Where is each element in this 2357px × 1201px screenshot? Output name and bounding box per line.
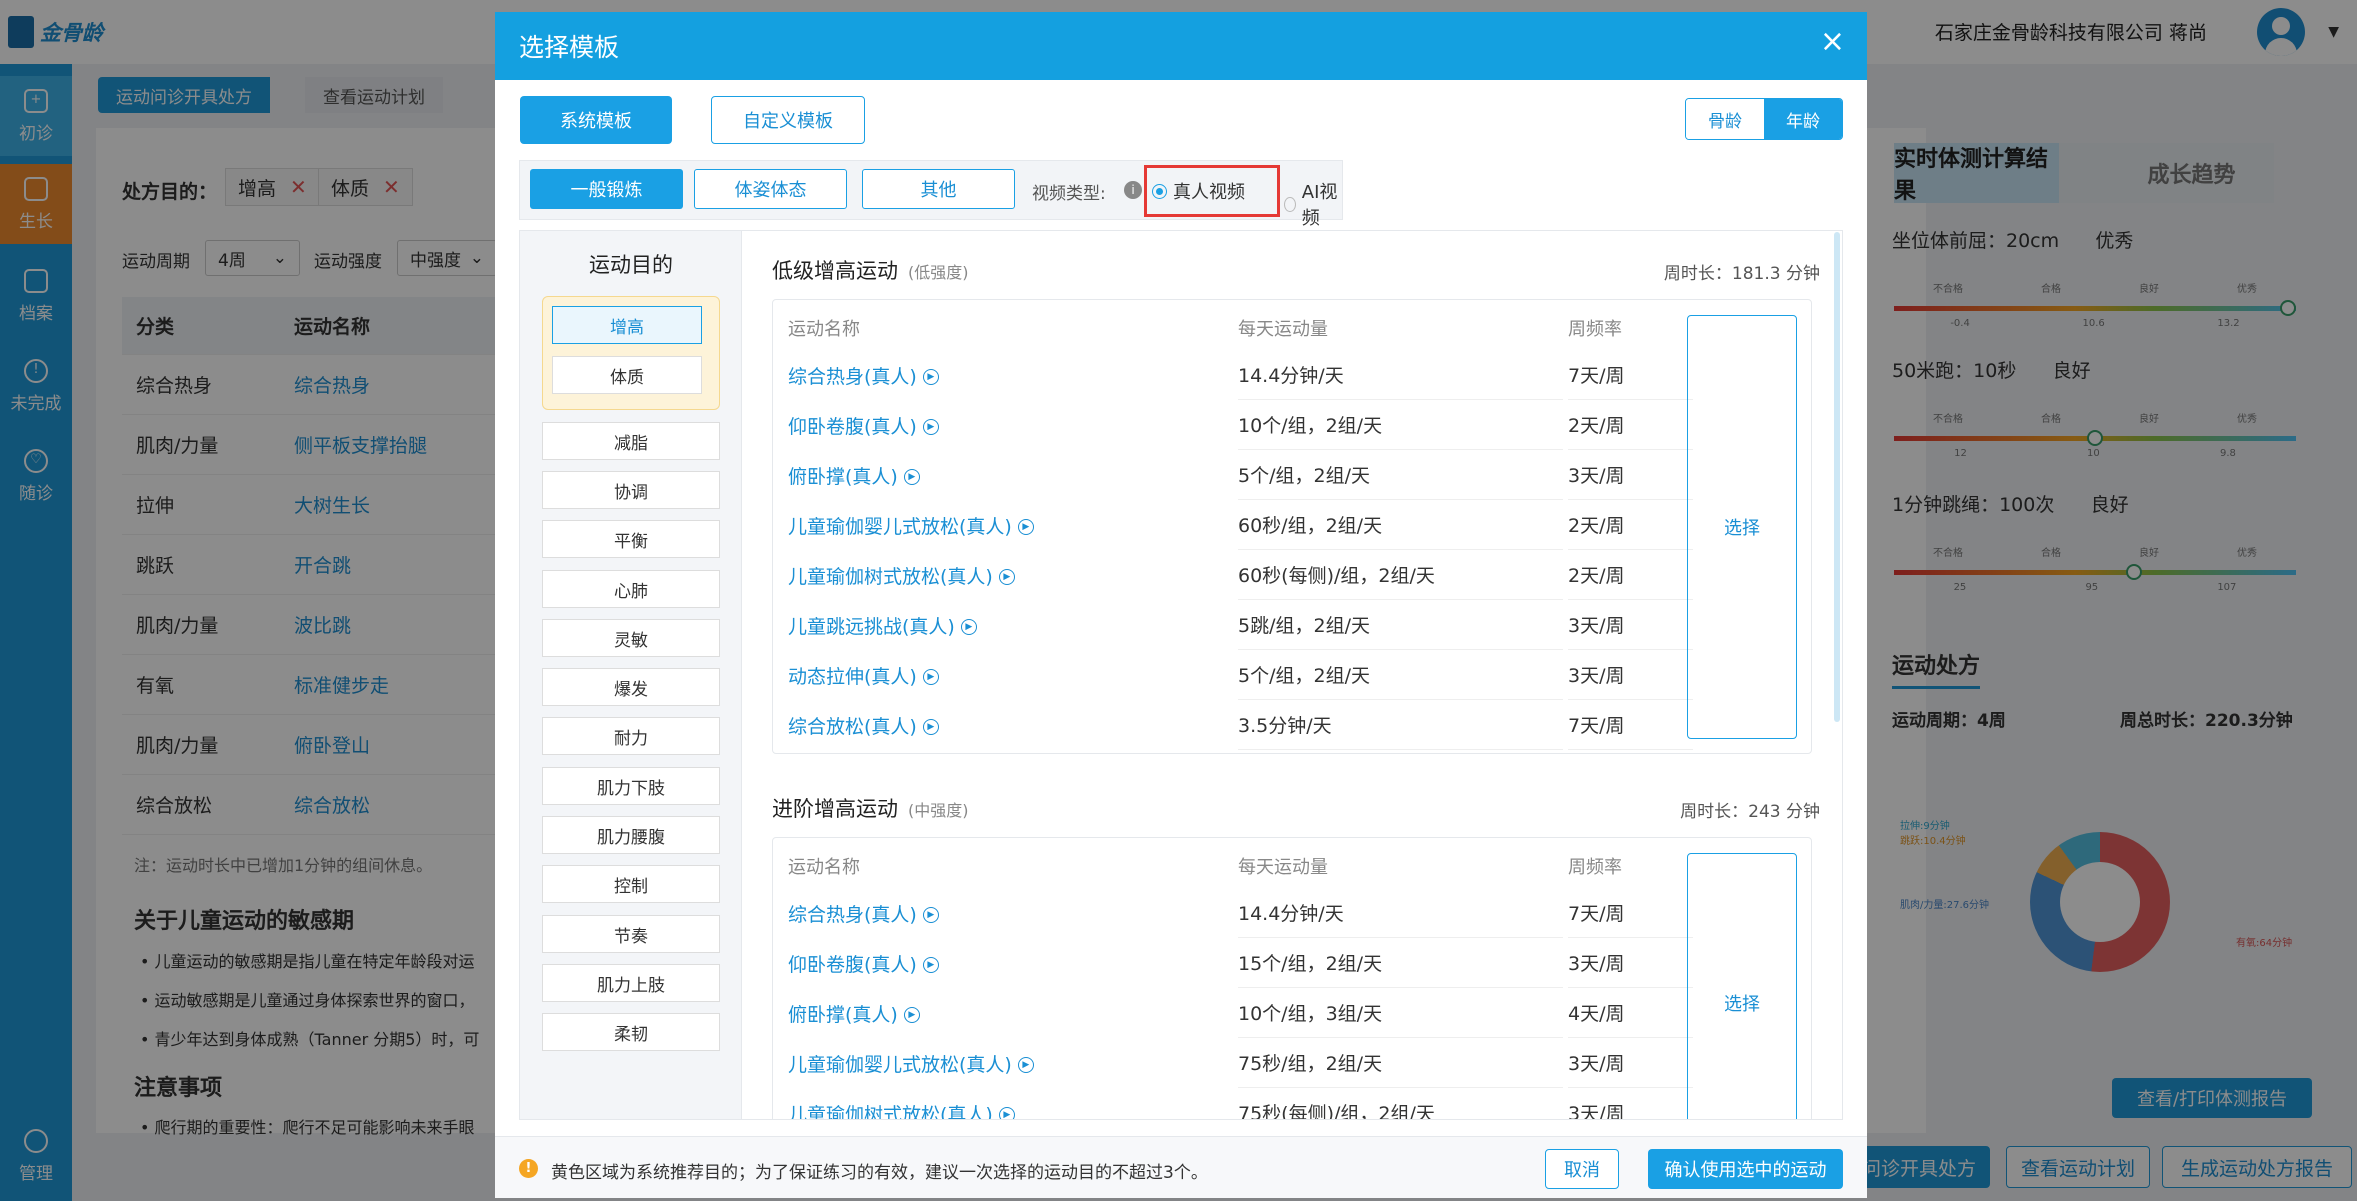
toggle-bone-age[interactable]: 骨龄 (1686, 99, 1764, 139)
col-header-frequency: 周频率 (1568, 857, 1622, 878)
info-icon[interactable]: i (1124, 181, 1142, 199)
goal-item[interactable]: 灵敏 (542, 619, 720, 657)
goal-title: 运动目的 (589, 253, 673, 277)
exercise-row: 儿童瑜伽婴儿式放松(真人) ▶ 75秒/组，2组/天 3天/周 (788, 1038, 1693, 1088)
section-title: 低级增高运动 (低强度) (772, 259, 969, 283)
select-template-button[interactable]: 选择 (1687, 315, 1797, 739)
video-type-label: 视频类型: (1032, 184, 1106, 204)
template-modal: 选择模板 × 系统模板 自定义模板 骨龄 年龄 一般锻炼 体姿体态 其他 视频类… (495, 12, 1867, 1198)
template-card: 运动名称 每天运动量 周频率 综合热身(真人) ▶ 14.4分钟/天 7天/周 仰卧卷… (772, 837, 1812, 1119)
goal-item[interactable]: 控制 (542, 865, 720, 903)
goal-item[interactable]: 节奏 (542, 915, 720, 953)
goal-item[interactable]: 耐力 (542, 717, 720, 755)
exercise-row: 仰卧卷腹(真人) ▶ 15个/组，2组/天 3天/周 (788, 938, 1693, 988)
goal-column: 运动目的 增高 体质 减脂 协调 平衡 心肺 灵敏 爆发 耐力 肌力下肢 肌力腰… (520, 231, 742, 1119)
radio-real-video[interactable]: 真人视频 (1152, 178, 1245, 204)
goal-item[interactable]: 柔韧 (542, 1013, 720, 1051)
play-icon: ▶ (960, 619, 977, 635)
goal-item[interactable]: 平衡 (542, 520, 720, 558)
goal-fitness[interactable]: 体质 (552, 356, 702, 394)
goal-item[interactable]: 心肺 (542, 570, 720, 608)
goal-item[interactable]: 减脂 (542, 422, 720, 460)
col-header-name: 运动名称 (788, 319, 860, 340)
modal-footer: ! 黄色区域为系统推荐目的；为了保证练习的有效，建议一次选择的运动目的不超过3个… (495, 1136, 1867, 1198)
age-type-toggle: 骨龄 年龄 (1685, 98, 1843, 140)
play-icon: ▶ (922, 957, 939, 973)
radio-unchecked-icon (1284, 196, 1296, 212)
confirm-button[interactable]: 确认使用选中的运动 (1648, 1149, 1843, 1189)
footer-note: 黄色区域为系统推荐目的；为了保证练习的有效，建议一次选择的运动目的不超过3个。 (551, 1163, 1208, 1183)
tab-system-template[interactable]: 系统模板 (520, 96, 672, 144)
play-icon: ▶ (922, 719, 939, 735)
filter-posture[interactable]: 体姿体态 (694, 169, 847, 209)
modal-content: 运动目的 增高 体质 减脂 协调 平衡 心肺 灵敏 爆发 耐力 肌力下肢 肌力腰… (519, 230, 1843, 1120)
modal-header: 选择模板 × (495, 12, 1867, 80)
warning-icon: ! (519, 1159, 538, 1178)
exercise-row: 动态拉伸(真人) ▶ 5个/组，2组/天 3天/周 (788, 650, 1693, 700)
select-template-button[interactable]: 选择 (1687, 853, 1797, 1119)
play-icon: ▶ (903, 1007, 920, 1023)
goal-height[interactable]: 增高 (552, 306, 702, 344)
play-icon: ▶ (1017, 519, 1034, 535)
close-icon[interactable]: × (1820, 24, 1845, 59)
filter-general-exercise[interactable]: 一般锻炼 (530, 169, 683, 209)
col-header-amount: 每天运动量 (1238, 319, 1328, 340)
section-title: 进阶增高运动 (中强度) (772, 797, 969, 821)
exercise-row: 仰卧卷腹(真人) ▶ 10个/组，2组/天 2天/周 (788, 400, 1693, 450)
exercise-templates: 低级增高运动 (低强度) 周时长：181.3 分钟 运动名称 每天运动量 周频率 … (742, 231, 1842, 1119)
exercise-row: 儿童瑜伽婴儿式放松(真人) ▶ 60秒/组，2组/天 2天/周 (788, 500, 1693, 550)
exercise-row: 综合热身(真人) ▶ 14.4分钟/天 7天/周 (788, 350, 1693, 400)
modal-title: 选择模板 (519, 33, 620, 62)
section-total: 周时长：181.3 分钟 (1663, 264, 1820, 284)
filter-bar: 一般锻炼 体姿体态 其他 视频类型: i 真人视频 AI视频 (519, 160, 1343, 229)
exercise-row: 综合热身(真人) ▶ 14.4分钟/天 7天/周 (788, 888, 1693, 938)
play-icon: ▶ (903, 469, 920, 485)
play-icon: ▶ (998, 1107, 1015, 1119)
exercise-row: 俯卧撑(真人) ▶ 5个/组，2组/天 3天/周 (788, 450, 1693, 500)
radio-ai-video[interactable]: AI视频 (1284, 178, 1342, 230)
exercise-row: 儿童瑜伽树式放松(真人) ▶ 60秒(每侧)/组，2组/天 2天/周 (788, 550, 1693, 600)
section-total: 周时长：243 分钟 (1680, 802, 1820, 822)
exercise-row: 俯卧撑(真人) ▶ 10个/组，3组/天 4天/周 (788, 988, 1693, 1038)
goal-item[interactable]: 协调 (542, 471, 720, 509)
filter-other[interactable]: 其他 (862, 169, 1015, 209)
play-icon: ▶ (998, 569, 1015, 585)
col-header-name: 运动名称 (788, 857, 860, 878)
exercise-row: 儿童瑜伽树式放松(真人) ▶ 75秒(每侧)/组，2组/天 3天/周 (788, 1088, 1693, 1119)
tab-custom-template[interactable]: 自定义模板 (711, 96, 865, 144)
exercise-row: 综合放松(真人) ▶ 3.5分钟/天 7天/周 (788, 700, 1693, 750)
col-header-amount: 每天运动量 (1238, 857, 1328, 878)
goal-item[interactable]: 肌力腰腹 (542, 816, 720, 854)
exercise-row: 儿童跳远挑战(真人) ▶ 5跳/组，2组/天 3天/周 (788, 600, 1693, 650)
goal-item[interactable]: 肌力上肢 (542, 964, 720, 1002)
col-header-frequency: 周频率 (1568, 319, 1622, 340)
play-icon: ▶ (922, 369, 939, 385)
cancel-button[interactable]: 取消 (1545, 1149, 1619, 1189)
play-icon: ▶ (922, 907, 939, 923)
template-card: 运动名称 每天运动量 周频率 综合热身(真人) ▶ 14.4分钟/天 7天/周 仰卧卷… (772, 299, 1812, 754)
play-icon: ▶ (922, 419, 939, 435)
goal-item[interactable]: 肌力下肢 (542, 767, 720, 805)
radio-checked-icon (1152, 183, 1167, 199)
toggle-age[interactable]: 年龄 (1764, 99, 1842, 139)
scrollbar[interactable] (1834, 232, 1840, 722)
goal-item[interactable]: 爆发 (542, 668, 720, 706)
play-icon: ▶ (1017, 1057, 1034, 1073)
play-icon: ▶ (922, 669, 939, 685)
